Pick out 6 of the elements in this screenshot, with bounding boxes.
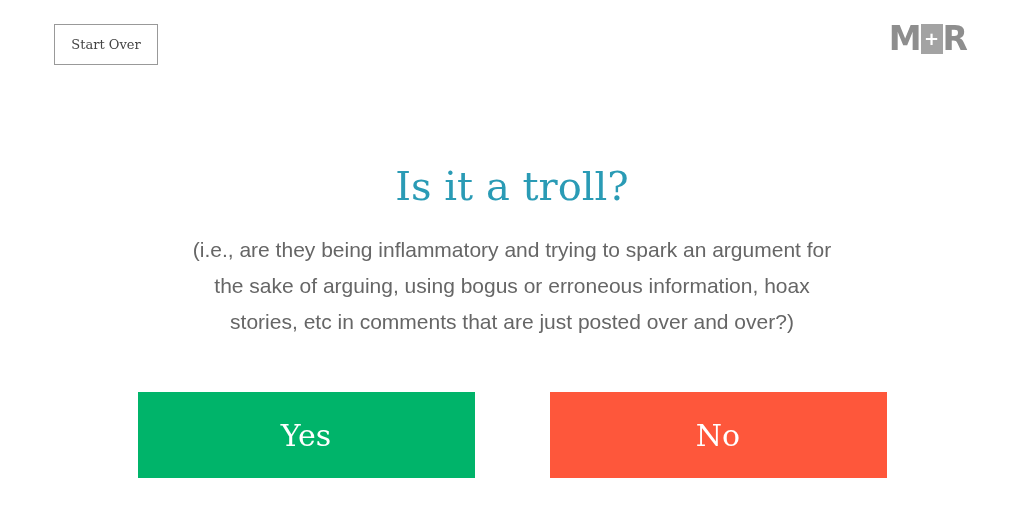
- no-button[interactable]: No: [549, 392, 887, 478]
- question-description: (i.e., are they being inflammatory and trying to spark an argument for the sake of arguing, using bogus or erroneous information, hoax stories, etc in comments that are just posted over and over?): [192, 237, 832, 335]
- question-title: Is it a troll?: [394, 162, 630, 210]
- start-over-button[interactable]: Start Over: [54, 24, 158, 65]
- yes-button[interactable]: Yes: [137, 392, 475, 478]
- logo: M+R: [888, 22, 968, 55]
